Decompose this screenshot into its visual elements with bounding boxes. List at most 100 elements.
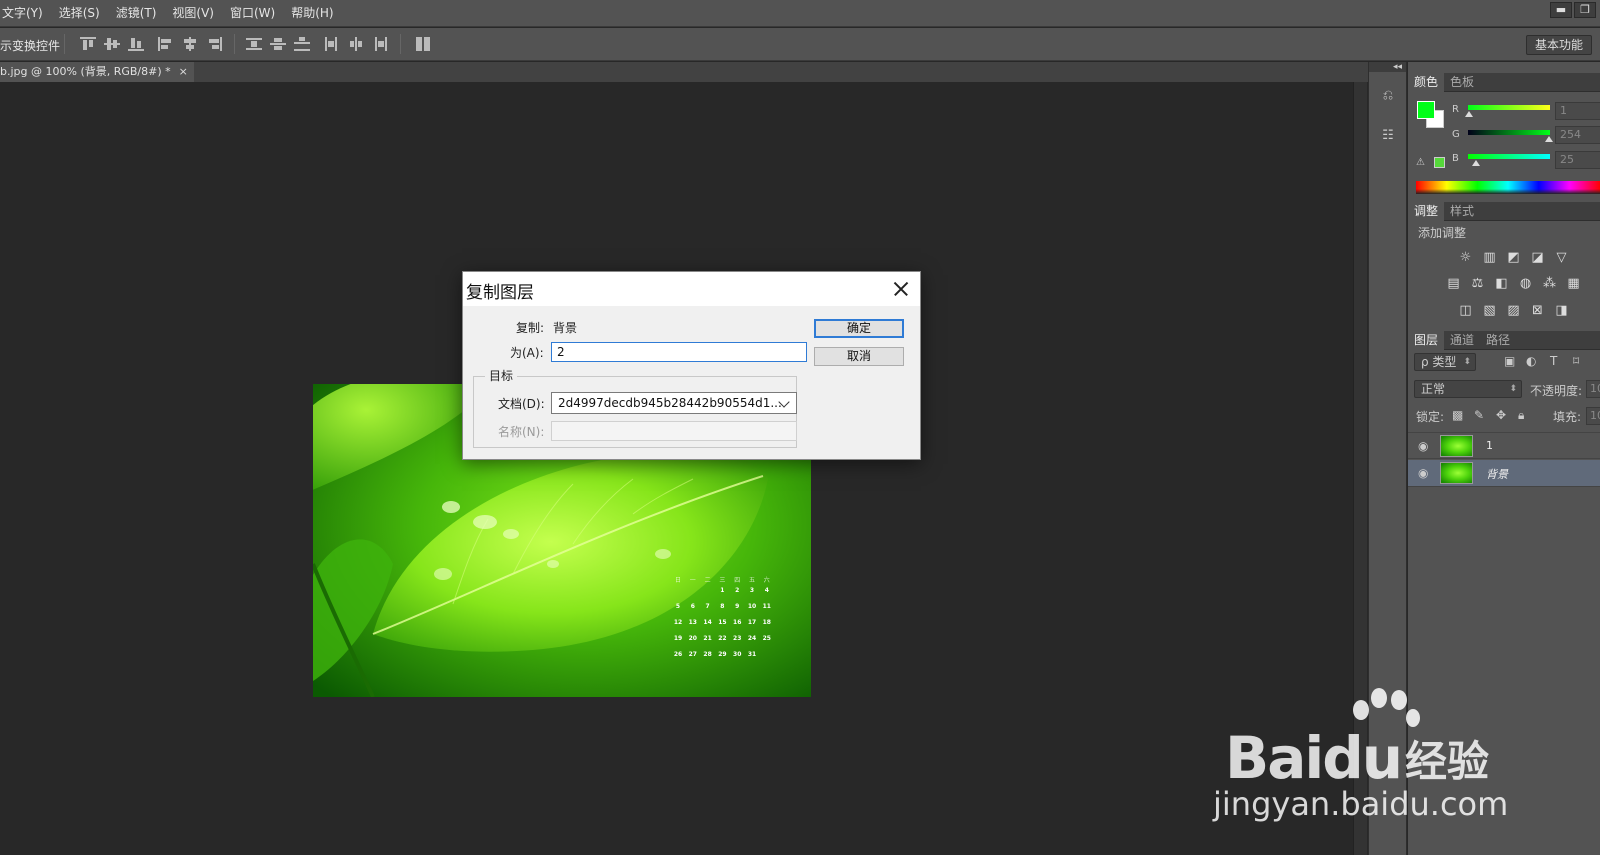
dialog-titlebar[interactable]: 复制图层 xyxy=(463,272,920,306)
tab-adjustments[interactable]: 调整 xyxy=(1408,202,1445,221)
channel-b-knob[interactable] xyxy=(1472,160,1480,166)
foreground-color-swatch[interactable] xyxy=(1417,101,1435,119)
calendar-day: 8 xyxy=(720,603,724,610)
distribute-left-icon[interactable] xyxy=(324,37,340,51)
align-left-icon[interactable] xyxy=(158,37,174,51)
cancel-button[interactable]: 取消 xyxy=(814,347,904,366)
menu-select[interactable]: 选择(S) xyxy=(51,0,108,27)
document-label: 文档(D): xyxy=(498,397,545,411)
align-vcenter-icon[interactable] xyxy=(104,37,120,51)
eye-icon[interactable]: ◉ xyxy=(1418,440,1428,452)
calendar-day: 22 xyxy=(718,635,726,642)
layer-filter-dropdown[interactable]: ρ 类型 ⬍ xyxy=(1414,353,1476,371)
menu-window[interactable]: 窗口(W) xyxy=(222,0,283,27)
menu-filter[interactable]: 滤镜(T) xyxy=(108,0,165,27)
color-lookup-icon[interactable]: ▦ xyxy=(1566,277,1581,290)
close-icon[interactable]: × xyxy=(179,62,188,82)
levels-icon[interactable]: ▥ xyxy=(1482,251,1497,264)
channel-g-knob[interactable] xyxy=(1545,136,1553,142)
posterize-icon[interactable]: ▧ xyxy=(1482,304,1497,317)
channel-mixer-icon[interactable]: ⁂ xyxy=(1542,277,1557,290)
align-hcenter-icon[interactable] xyxy=(182,37,198,51)
document-tab[interactable]: b.jpg @ 100% (背景, RGB/8#) * × xyxy=(0,62,194,82)
menu-view[interactable]: 视图(V) xyxy=(164,0,222,27)
calendar-day: 3 xyxy=(750,587,754,594)
collapse-icon[interactable]: ◂◂ xyxy=(1369,62,1406,72)
align-top-icon[interactable] xyxy=(80,37,96,51)
selective-color-icon[interactable]: ⊠ xyxy=(1530,304,1545,317)
auto-align-icon[interactable] xyxy=(416,37,432,51)
align-right-icon[interactable] xyxy=(206,37,222,51)
color-balance-icon[interactable]: ⚖ xyxy=(1470,277,1485,290)
curves-icon[interactable]: ◩ xyxy=(1506,251,1521,264)
distribute-hcenter-icon[interactable] xyxy=(348,37,364,51)
properties-icon[interactable]: ☷ xyxy=(1380,128,1396,144)
distribute-right-icon[interactable] xyxy=(372,37,388,51)
invert-icon[interactable]: ◫ xyxy=(1458,304,1473,317)
calendar-day: 26 xyxy=(674,651,682,658)
show-transform-controls-label[interactable]: 示变换控件 xyxy=(0,37,60,54)
workspace-button[interactable]: 基本功能 xyxy=(1525,35,1592,55)
copy-value: 背景 xyxy=(553,321,578,335)
color-spectrum-bar[interactable] xyxy=(1416,181,1600,194)
lock-all-icon[interactable]: 🔒︎ xyxy=(1518,408,1524,423)
eye-icon[interactable]: ◉ xyxy=(1418,467,1428,479)
channel-b-input[interactable]: 25 xyxy=(1555,151,1600,169)
channel-r-slider[interactable] xyxy=(1468,105,1550,110)
menu-text[interactable]: 文字(Y) xyxy=(0,0,51,27)
calendar-day: 9 xyxy=(735,603,739,610)
channel-g-input[interactable]: 254 xyxy=(1555,126,1600,144)
calendar-day: 23 xyxy=(733,635,741,642)
new-document-name-input[interactable] xyxy=(551,421,797,441)
tab-layers[interactable]: 图层 xyxy=(1408,331,1445,350)
history-icon[interactable]: ⎌ xyxy=(1380,88,1396,104)
filter-adjustment-icon[interactable]: ◐ xyxy=(1526,354,1536,368)
filter-image-icon[interactable]: ▣ xyxy=(1504,354,1515,368)
calendar-header: 二 xyxy=(705,577,711,584)
vertical-scrollbar[interactable] xyxy=(1353,82,1367,855)
tab-styles[interactable]: 样式 xyxy=(1444,202,1480,221)
distribute-top-icon[interactable] xyxy=(246,37,262,51)
restore-button[interactable]: ❐ xyxy=(1574,2,1596,18)
right-panels: 颜色 色板 ⚠ R 1 G 254 B 25 调整 样式 添加调整 ☼ ▥ ◩ … xyxy=(1408,62,1600,855)
tab-swatches[interactable]: 色板 xyxy=(1444,73,1480,92)
lock-paint-icon[interactable]: ✎ xyxy=(1474,408,1484,422)
tab-paths[interactable]: 路径 xyxy=(1480,331,1516,350)
menu-help[interactable]: 帮助(H) xyxy=(283,0,341,27)
tab-channels[interactable]: 通道 xyxy=(1444,331,1480,350)
distribute-bottom-icon[interactable] xyxy=(294,37,310,51)
brightness-contrast-icon[interactable]: ☼ xyxy=(1458,251,1473,264)
filter-text-icon[interactable]: T xyxy=(1550,354,1557,368)
channel-b-slider[interactable] xyxy=(1468,154,1550,159)
layer-row-background[interactable]: ◉ 背景 xyxy=(1408,460,1600,487)
channel-g-slider[interactable] xyxy=(1468,130,1550,135)
photo-filter-icon[interactable]: ◍ xyxy=(1518,277,1533,290)
channel-r-input[interactable]: 1 xyxy=(1555,102,1600,120)
lock-position-icon[interactable]: ✥ xyxy=(1496,408,1506,422)
lock-transparent-icon[interactable]: ▩ xyxy=(1452,408,1463,422)
channel-g-label: G xyxy=(1452,129,1460,140)
minimize-button[interactable]: ▬ xyxy=(1550,2,1572,18)
layer-name-input[interactable]: 2 xyxy=(551,342,807,362)
layer-row-1[interactable]: ◉ 1 xyxy=(1408,432,1600,459)
exposure-icon[interactable]: ◪ xyxy=(1530,251,1545,264)
fill-input[interactable]: 10 xyxy=(1586,407,1600,425)
threshold-icon[interactable]: ▨ xyxy=(1506,304,1521,317)
duplicate-layer-dialog: 复制图层 复制: 背景 为(A): 2 目标 文档(D): 2d4997decd… xyxy=(462,271,921,460)
channel-r-label: R xyxy=(1452,104,1459,115)
close-icon[interactable] xyxy=(886,276,914,302)
tab-color[interactable]: 颜色 xyxy=(1408,73,1445,92)
ok-button[interactable]: 确定 xyxy=(814,319,904,338)
align-bottom-icon[interactable] xyxy=(128,37,144,51)
distribute-vcenter-icon[interactable] xyxy=(270,37,286,51)
web-safe-color-icon[interactable] xyxy=(1434,157,1445,168)
filter-shape-icon[interactable]: ⌑ xyxy=(1573,354,1579,368)
blend-mode-dropdown[interactable]: 正常 ⬍ xyxy=(1414,380,1522,398)
document-select[interactable]: 2d4997decdb945b28442b90554d1... xyxy=(551,392,797,414)
channel-r-knob[interactable] xyxy=(1465,111,1473,117)
vibrance-icon[interactable]: ▤ xyxy=(1446,277,1461,290)
gradient-map-icon[interactable]: ◨ xyxy=(1554,304,1569,317)
black-white-icon[interactable]: ◧ xyxy=(1494,277,1509,290)
opacity-input[interactable]: 10 xyxy=(1586,380,1600,398)
gradient-map-triangle-icon[interactable]: ▽ xyxy=(1554,251,1569,264)
